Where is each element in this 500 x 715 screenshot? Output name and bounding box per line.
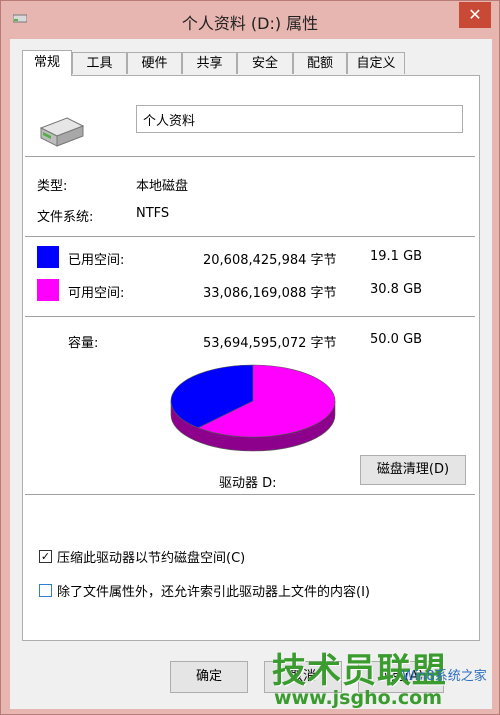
compress-label[interactable]: 压缩此驱动器以节约磁盘空间(C) [57,547,245,566]
drive-name-input[interactable]: 个人资料 [136,105,463,133]
free-space-label: 可用空间: [68,286,125,301]
compress-checkbox[interactable]: ✓ [39,550,52,563]
hard-drive-icon [39,117,85,147]
close-button[interactable]: ✕ [459,2,491,28]
index-checkbox[interactable] [39,584,52,597]
tab-tools[interactable]: 工具 [72,52,127,74]
used-space-bytes: 20,608,425,984 字节 [203,253,337,268]
watermark-sub: Win8系统之家 [402,669,487,684]
capacity-size: 50.0 GB [370,332,423,347]
separator [25,316,475,317]
dialog-client: 常规 工具 硬件 共享 安全 配额 自定义 个人资料 类型: 本地磁盘 文件系统… [10,39,492,709]
capacity-label: 容量: [68,336,99,351]
watermark-url: www.jsgho.com [274,687,442,709]
separator [25,156,475,157]
used-space-swatch [37,246,59,268]
tab-general[interactable]: 常规 [22,50,72,76]
capacity-bytes: 53,694,595,072 字节 [203,336,337,351]
filesystem-value: NTFS [136,206,170,221]
disk-cleanup-button[interactable]: 磁盘清理(D) [360,455,466,485]
used-space-size: 19.1 GB [370,249,423,264]
tab-sharing[interactable]: 共享 [182,52,237,74]
separator [25,236,475,237]
tab-security[interactable]: 安全 [237,52,293,74]
drive-label: 驱动器 D: [219,476,277,491]
properties-window: 个人资料 (D:) 属性 ✕ 常规 工具 硬件 共享 安全 配额 自定义 个人资… [0,0,500,715]
index-label[interactable]: 除了文件属性外，还允许索引此驱动器上文件的内容(I) [57,581,370,600]
type-label: 类型: [37,179,68,194]
type-value: 本地磁盘 [136,179,189,194]
general-panel: 个人资料 类型: 本地磁盘 文件系统: NTFS 已用空间: 20,608,42… [22,75,480,641]
free-space-swatch [37,279,59,301]
separator [25,494,475,495]
free-space-size: 30.8 GB [370,282,423,297]
disk-usage-pie-chart [170,364,336,452]
window-title: 个人资料 (D:) 属性 [181,14,319,33]
filesystem-label: 文件系统: [37,210,94,225]
free-space-bytes: 33,086,169,088 字节 [203,286,337,301]
used-space-label: 已用空间: [68,253,125,268]
tab-quota[interactable]: 配额 [293,52,347,74]
tab-hardware[interactable]: 硬件 [127,52,182,74]
title-bar[interactable]: 个人资料 (D:) 属性 ✕ [1,1,499,39]
ok-button[interactable]: 确定 [170,661,248,693]
tab-customize[interactable]: 自定义 [347,52,405,74]
